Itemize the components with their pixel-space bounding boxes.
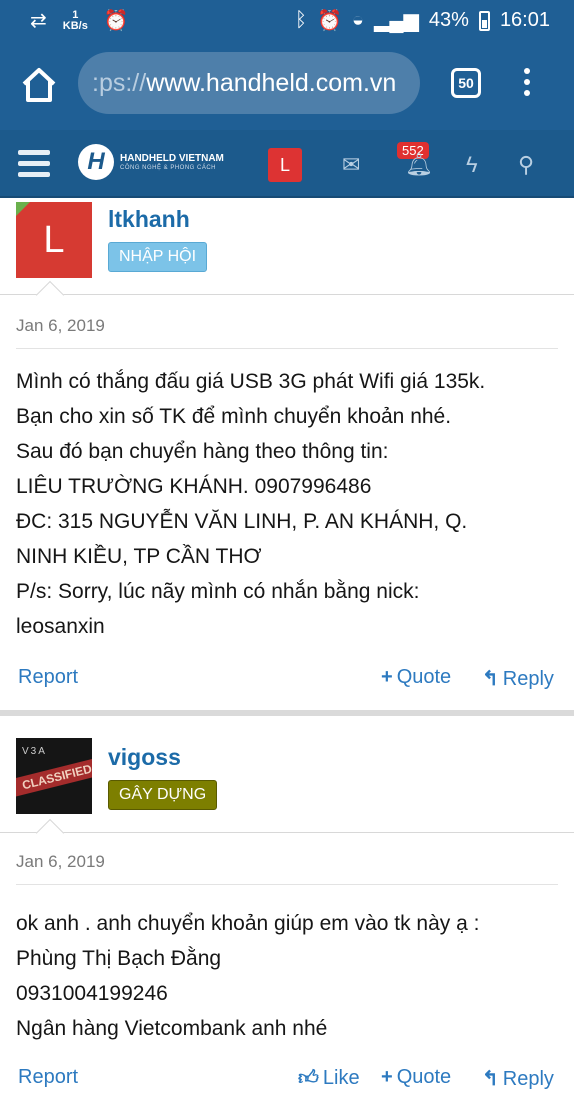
divider	[16, 348, 558, 349]
menu-icon[interactable]	[18, 150, 50, 183]
bubble-arrow	[35, 818, 65, 848]
avatar[interactable]: V3A CLASSIFIED	[16, 738, 92, 814]
divider	[16, 884, 558, 885]
plus-icon: +	[381, 1066, 393, 1088]
divider	[0, 294, 574, 295]
url-protocol: :ps://	[92, 69, 147, 97]
url-host: www.handheld.com.vn	[146, 69, 397, 97]
reply-icon: ↰	[482, 668, 499, 690]
avatar-band: CLASSIFIED	[16, 757, 92, 797]
like-button[interactable]: 👍︎ Like	[298, 1066, 360, 1090]
post-line: P/s: Sorry, lúc nãy mình có nhắn bằng ni…	[16, 580, 420, 603]
post-actions: Report + Quote ↰ Reply	[0, 666, 574, 696]
bubble-arrow	[35, 280, 65, 310]
user-role-badge: GÂY DỰNG	[108, 780, 218, 810]
alarm-icon: ⏰	[316, 10, 342, 32]
search-icon[interactable]: ⚲	[518, 152, 534, 178]
network-speed-unit: KB/s	[62, 19, 88, 32]
tab-switcher-button[interactable]: 50	[451, 68, 481, 98]
quote-label: Quote	[396, 666, 452, 688]
username[interactable]: vigoss	[108, 744, 181, 771]
report-link[interactable]: Report	[18, 1066, 78, 1089]
post-line: NINH KIỀU, TP CẦN THƠ	[16, 545, 262, 568]
browser-menu-icon[interactable]	[524, 68, 532, 101]
clock: 16:01	[499, 9, 550, 31]
battery-percent: 43%	[428, 9, 469, 31]
url-field[interactable]: :ps://www.handheld.com.vn	[78, 52, 420, 114]
post-line: leosanxin	[16, 615, 105, 638]
reply-icon: ↰	[482, 1068, 499, 1090]
thumbs-up-icon: 👍︎	[298, 1067, 319, 1089]
post-line: Bạn cho xin số TK để mình chuyển khoản n…	[16, 405, 452, 428]
quote-label: Quote	[396, 1066, 452, 1088]
post: V3A CLASSIFIED vigoss GÂY DỰNG Jan 6, 20…	[0, 710, 574, 1090]
reply-button[interactable]: ↰ Reply	[482, 666, 554, 691]
envelope-icon[interactable]: ✉	[342, 152, 360, 178]
reply-label: Reply	[502, 668, 554, 690]
post-actions: Report 👍︎ Like + Quote ↰ Reply	[0, 1066, 574, 1096]
quote-button[interactable]: + Quote	[381, 1066, 451, 1089]
browser-toolbar: :ps://www.handheld.com.vn 50	[0, 40, 574, 130]
quote-button[interactable]: + Quote	[381, 666, 451, 689]
post-line: Sau đó bạn chuyển hàng theo thông tin:	[16, 440, 389, 463]
bluetooth-icon: ᛒ	[294, 9, 307, 31]
site-navbar: H HANDHELD VIETNAM CÔNG NGHỆ & PHONG CÁC…	[0, 130, 574, 198]
post-date[interactable]: Jan 6, 2019	[16, 316, 105, 336]
reply-button[interactable]: ↰ Reply	[482, 1066, 554, 1091]
post-body: Mình có thắng đấu giá USB 3G phát Wifi g…	[16, 364, 561, 644]
post-line: ok anh . anh chuyển khoản giúp em vào tk…	[16, 912, 480, 935]
network-speed: 1 KB/s	[62, 9, 88, 32]
data-transfer-icon: ⇄	[30, 10, 47, 32]
divider	[0, 832, 574, 833]
avatar-text: V3A	[22, 746, 47, 757]
site-logo[interactable]: H HANDHELD VIETNAM CÔNG NGHỆ & PHONG CÁC…	[78, 144, 224, 180]
post-line: Mình có thắng đấu giá USB 3G phát Wifi g…	[16, 370, 486, 393]
logo-mark: H	[78, 144, 114, 180]
battery-icon	[478, 10, 490, 31]
logo-title: HANDHELD VIETNAM	[120, 153, 224, 164]
plus-icon: +	[381, 666, 393, 688]
post-user-block: V3A CLASSIFIED vigoss GÂY DỰNG	[0, 716, 574, 848]
lightning-icon[interactable]: ϟ	[466, 152, 478, 178]
wifi-icon: ◒	[351, 9, 364, 31]
username[interactable]: ltkhanh	[108, 206, 190, 233]
reply-label: Reply	[502, 1068, 554, 1090]
account-avatar[interactable]: L	[268, 148, 302, 182]
home-icon[interactable]	[20, 66, 58, 104]
alarm-off-icon: ⏰	[103, 10, 129, 32]
post-body: ok anh . anh chuyển khoản giúp em vào tk…	[16, 906, 561, 1046]
bell-icon[interactable]: 🔔︎	[405, 152, 433, 178]
report-link[interactable]: Report	[18, 666, 78, 689]
signal-icon: ▂▄▆	[373, 10, 419, 32]
status-bar: ⇄ 1 KB/s ⏰ ᛒ ⏰ ◒ ▂▄▆ 43% 16:01	[0, 0, 574, 40]
post-line: Ngân hàng Vietcombank anh nhé	[16, 1017, 328, 1040]
post-user-block: L ltkhanh NHẬP HỘI	[0, 198, 574, 310]
post-line: Phùng Thị Bạch Đằng	[16, 947, 222, 970]
post-date[interactable]: Jan 6, 2019	[16, 852, 105, 872]
post-line: ĐC: 315 NGUYỄN VĂN LINH, P. AN KHÁNH, Q.	[16, 510, 468, 533]
logo-subtitle: CÔNG NGHỆ & PHONG CÁCH	[120, 165, 217, 171]
post: L ltkhanh NHẬP HỘI Jan 6, 2019 Mình có t…	[0, 198, 574, 690]
post-line: 0931004199246	[16, 982, 168, 1005]
user-role-badge: NHẬP HỘI	[108, 242, 208, 272]
post-line: LIÊU TRƯỜNG KHÁNH. 0907996486	[16, 475, 372, 498]
avatar[interactable]: L	[16, 202, 92, 278]
like-label: Like	[322, 1067, 360, 1089]
